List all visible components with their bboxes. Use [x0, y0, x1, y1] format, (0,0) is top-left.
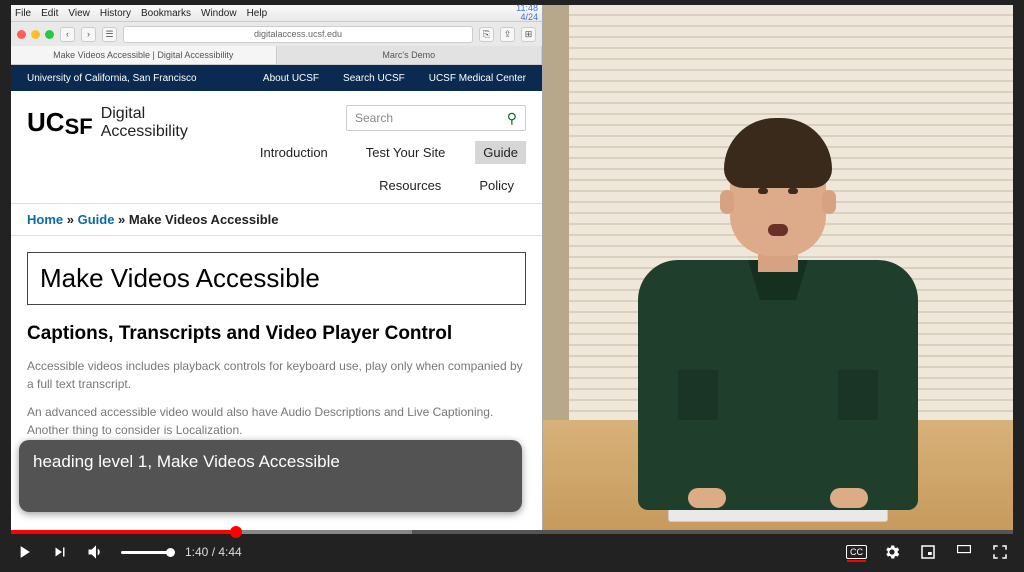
close-icon[interactable]	[17, 30, 26, 39]
minimize-icon[interactable]	[31, 30, 40, 39]
browser-tab-2[interactable]: Marc's Demo	[277, 46, 543, 64]
ucsf-topbar: University of California, San Francisco …	[11, 65, 542, 91]
play-button[interactable]	[13, 541, 35, 563]
article-body: Make Videos Accessible Captions, Transcr…	[11, 236, 542, 465]
site-header: UCSF DigitalAccessibility Search ⚲ Intro…	[11, 91, 542, 203]
gear-icon	[883, 543, 901, 561]
topbar-link-about[interactable]: About UCSF	[263, 73, 319, 84]
menu-edit[interactable]: Edit	[41, 8, 58, 19]
topbar-link-search[interactable]: Search UCSF	[343, 73, 405, 84]
org-name: University of California, San Francisco	[27, 73, 197, 84]
share-button[interactable]: ⇪	[500, 27, 515, 42]
next-button[interactable]	[49, 541, 71, 563]
browser-tab-1[interactable]: Make Videos Accessible | Digital Accessi…	[11, 46, 277, 64]
volume-button[interactable]	[85, 541, 107, 563]
window-controls[interactable]	[17, 30, 54, 39]
zoom-icon[interactable]	[45, 30, 54, 39]
menu-bookmarks[interactable]: Bookmarks	[141, 8, 191, 19]
browser-screenshot: File Edit View History Bookmarks Window …	[11, 5, 543, 530]
video-controls: 1:40 / 4:44 CC	[11, 530, 1013, 566]
page-title: Make Videos Accessible	[27, 252, 526, 305]
secondary-nav: Resources Policy	[371, 174, 526, 197]
address-bar[interactable]: digitalaccess.ucsf.edu	[123, 26, 473, 43]
progress-bar[interactable]	[11, 530, 1013, 534]
webpage: University of California, San Francisco …	[11, 65, 542, 530]
captions-button[interactable]: CC	[846, 545, 867, 559]
menu-history[interactable]: History	[100, 8, 131, 19]
video-player-frame: File Edit View History Bookmarks Window …	[0, 0, 1024, 572]
theater-button[interactable]	[953, 541, 975, 563]
voiceover-caption-panel: heading level 1, Make Videos Accessible	[19, 440, 522, 512]
sidebar-button[interactable]: ☰	[102, 27, 117, 42]
volume-slider[interactable]	[121, 551, 171, 554]
miniplayer-button[interactable]	[917, 541, 939, 563]
nav-introduction[interactable]: Introduction	[252, 141, 336, 164]
menubar-clock: 11:484/24	[516, 4, 538, 22]
nav-resources[interactable]: Resources	[371, 174, 449, 197]
site-search-input[interactable]: Search ⚲	[346, 105, 526, 131]
site-logo[interactable]: UCSF DigitalAccessibility	[27, 105, 188, 140]
played-range	[11, 530, 236, 534]
scrubber-handle[interactable]	[230, 526, 242, 538]
paragraph-2: An advanced accessible video would also …	[27, 403, 526, 439]
breadcrumb: Home » Guide » Make Videos Accessible	[11, 203, 542, 236]
section-heading: Captions, Transcripts and Video Player C…	[27, 323, 526, 345]
settings-button[interactable]	[881, 541, 903, 563]
menu-window[interactable]: Window	[201, 8, 237, 19]
site-title: DigitalAccessibility	[101, 105, 188, 140]
back-button[interactable]: ‹	[60, 27, 75, 42]
url-text: digitalaccess.ucsf.edu	[254, 29, 342, 39]
safari-chrome: ‹ › ☰ digitalaccess.ucsf.edu ⎘ ⇪ ⊞ Make …	[11, 22, 542, 65]
video-content: File Edit View History Bookmarks Window …	[11, 5, 1013, 530]
nav-guide[interactable]: Guide	[475, 141, 526, 164]
menu-help[interactable]: Help	[247, 8, 268, 19]
paragraph-1: Accessible videos includes playback cont…	[27, 357, 526, 393]
primary-nav: Introduction Test Your Site Guide	[252, 141, 526, 164]
browser-tabs: Make Videos Accessible | Digital Accessi…	[11, 46, 542, 64]
search-placeholder: Search	[355, 111, 393, 125]
reader-button[interactable]: ⎘	[479, 27, 494, 42]
fullscreen-button[interactable]	[989, 541, 1011, 563]
time-display: 1:40 / 4:44	[185, 545, 242, 559]
forward-button[interactable]: ›	[81, 27, 96, 42]
crumb-current: Make Videos Accessible	[129, 212, 279, 227]
ucsf-wordmark: UCSF	[27, 107, 93, 138]
nav-policy[interactable]: Policy	[471, 174, 522, 197]
presenter-head	[730, 134, 826, 256]
presenter	[618, 80, 938, 510]
mac-menubar: File Edit View History Bookmarks Window …	[11, 5, 542, 22]
menu-view[interactable]: View	[68, 8, 90, 19]
voiceover-caption-text: heading level 1, Make Videos Accessible	[33, 452, 340, 471]
search-icon[interactable]: ⚲	[507, 110, 517, 127]
tabs-button[interactable]: ⊞	[521, 27, 536, 42]
crumb-home[interactable]: Home	[27, 212, 63, 227]
topbar-link-medical[interactable]: UCSF Medical Center	[429, 73, 526, 84]
presenter-video	[543, 5, 1013, 530]
menu-file[interactable]: File	[15, 8, 31, 19]
nav-test-your-site[interactable]: Test Your Site	[358, 141, 454, 164]
crumb-guide[interactable]: Guide	[78, 212, 115, 227]
presenter-torso	[638, 260, 918, 510]
